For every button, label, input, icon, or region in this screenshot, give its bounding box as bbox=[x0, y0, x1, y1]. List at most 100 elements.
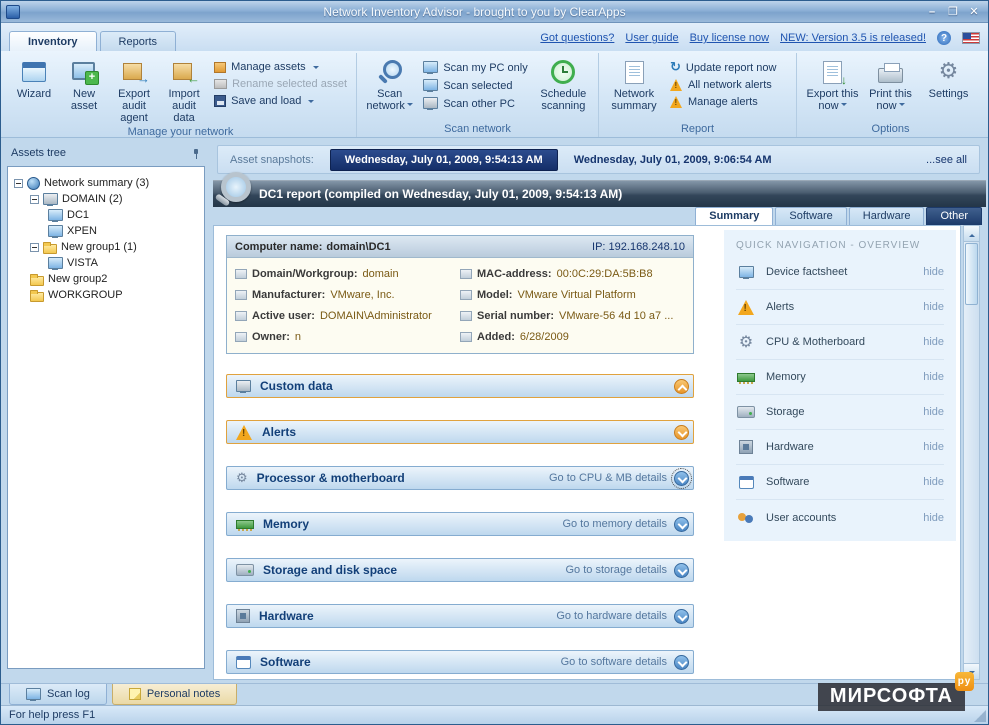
collapse-icon[interactable] bbox=[14, 179, 23, 188]
expand-chevron-icon[interactable] bbox=[674, 609, 689, 624]
quicknav-software[interactable]: Software hide bbox=[736, 465, 944, 500]
hide-link[interactable]: hide bbox=[923, 336, 944, 348]
link-new-version[interactable]: NEW: Version 3.5 is released! bbox=[780, 32, 926, 44]
scan-my-pc-button[interactable]: Scan my PC only bbox=[423, 61, 527, 74]
export-this-now-button[interactable]: Export this now bbox=[804, 55, 862, 122]
print-this-now-button[interactable]: Print this now bbox=[862, 55, 920, 122]
go-to-storage-link[interactable]: Go to storage details bbox=[565, 564, 667, 576]
report-tab-software[interactable]: Software bbox=[775, 207, 846, 225]
hide-link[interactable]: hide bbox=[923, 441, 944, 453]
snapshot-date[interactable]: Wednesday, July 01, 2009, 9:06:54 AM bbox=[574, 154, 772, 166]
import-audit-data-button[interactable]: Import audit data bbox=[159, 55, 209, 125]
tree-item-network-summary[interactable]: Network summary (3) bbox=[12, 175, 200, 191]
go-to-software-link[interactable]: Go to software details bbox=[561, 656, 667, 668]
section-software[interactable]: Software Go to software details bbox=[226, 650, 694, 674]
section-alerts[interactable]: Alerts bbox=[226, 420, 694, 444]
export-audit-agent-button[interactable]: Export audit agent bbox=[109, 55, 159, 125]
collapse-icon[interactable] bbox=[30, 195, 39, 204]
ribbon-group-options: Export this now Print this now ⚙ Setting… bbox=[797, 53, 984, 137]
expand-chevron-icon[interactable] bbox=[674, 471, 689, 486]
rename-selected-asset-button[interactable]: Rename selected asset bbox=[214, 78, 347, 90]
section-memory[interactable]: Memory Go to memory details bbox=[226, 512, 694, 536]
hide-link[interactable]: hide bbox=[923, 301, 944, 313]
tree-item-new-group1[interactable]: New group1 (1) bbox=[12, 239, 200, 255]
tab-inventory[interactable]: Inventory bbox=[9, 31, 97, 51]
settings-button[interactable]: ⚙ Settings bbox=[920, 55, 978, 122]
report-sections: Custom data Alerts ⚙ Processor & motherb… bbox=[226, 374, 694, 674]
vertical-scrollbar[interactable] bbox=[963, 225, 980, 680]
network-summary-button[interactable]: Network summary bbox=[603, 55, 665, 122]
report-tab-hardware[interactable]: Hardware bbox=[849, 207, 925, 225]
expand-chevron-icon[interactable] bbox=[674, 425, 689, 440]
tree-item-xpen[interactable]: XPEN bbox=[12, 223, 200, 239]
section-processor-motherboard[interactable]: ⚙ Processor & motherboard Go to CPU & MB… bbox=[226, 466, 694, 490]
tab-personal-notes[interactable]: Personal notes bbox=[112, 684, 237, 705]
scan-network-button[interactable]: Scan network bbox=[361, 55, 418, 122]
hide-link[interactable]: hide bbox=[923, 371, 944, 383]
report-tab-other[interactable]: Other bbox=[926, 207, 982, 225]
manage-alerts-button[interactable]: Manage alerts bbox=[670, 96, 776, 108]
hide-link[interactable]: hide bbox=[923, 406, 944, 418]
wizard-button[interactable]: Wizard bbox=[9, 55, 59, 125]
tab-reports[interactable]: Reports bbox=[100, 31, 177, 51]
save-and-load-button[interactable]: Save and load bbox=[214, 95, 347, 107]
tree-item-domain[interactable]: DOMAIN (2) bbox=[12, 191, 200, 207]
expand-chevron-icon[interactable] bbox=[674, 563, 689, 578]
manage-assets-button[interactable]: Manage assets bbox=[214, 61, 347, 73]
quicknav-device-factsheet[interactable]: Device factsheet hide bbox=[736, 255, 944, 290]
memory-icon bbox=[737, 373, 755, 382]
tree-item-dc1[interactable]: DC1 bbox=[12, 207, 200, 223]
language-flag-icon[interactable] bbox=[962, 32, 980, 44]
tree-item-new-group2[interactable]: New group2 bbox=[12, 271, 200, 287]
scroll-up-button[interactable] bbox=[964, 226, 979, 242]
update-report-button[interactable]: ↻ Update report now bbox=[670, 61, 776, 74]
quicknav-user-accounts[interactable]: User accounts hide bbox=[736, 500, 944, 535]
maximize-button[interactable]: ❐ bbox=[944, 4, 962, 19]
wizard-icon bbox=[22, 62, 46, 82]
network-icon bbox=[27, 177, 40, 190]
quicknav-memory[interactable]: Memory hide bbox=[736, 360, 944, 395]
see-all-link[interactable]: ...see all bbox=[926, 154, 967, 166]
clock-icon bbox=[551, 60, 575, 84]
quicknav-hardware[interactable]: Hardware hide bbox=[736, 430, 944, 465]
quicknav-storage[interactable]: Storage hide bbox=[736, 395, 944, 430]
section-storage[interactable]: Storage and disk space Go to storage det… bbox=[226, 558, 694, 582]
tree-item-workgroup[interactable]: WORKGROUP bbox=[12, 287, 200, 303]
pin-icon[interactable] bbox=[192, 148, 201, 159]
link-got-questions[interactable]: Got questions? bbox=[540, 32, 614, 44]
expand-chevron-icon[interactable] bbox=[674, 517, 689, 532]
titlebar: Network Inventory Advisor - brought to y… bbox=[1, 1, 988, 23]
help-icon[interactable] bbox=[937, 31, 951, 45]
report-tabs: Summary Software Hardware Other bbox=[693, 207, 982, 225]
computer-icon bbox=[423, 97, 438, 110]
quicknav-alerts[interactable]: Alerts hide bbox=[736, 290, 944, 325]
link-buy-license[interactable]: Buy license now bbox=[690, 32, 770, 44]
tree-item-vista[interactable]: VISTA bbox=[12, 255, 200, 271]
go-to-cpu-link[interactable]: Go to CPU & MB details bbox=[549, 472, 667, 484]
close-button[interactable]: ✕ bbox=[965, 4, 983, 19]
collapse-icon[interactable] bbox=[30, 243, 39, 252]
hide-link[interactable]: hide bbox=[923, 266, 944, 278]
minimize-button[interactable]: – bbox=[923, 4, 941, 19]
field-model: Model: VMware Virtual Platform bbox=[460, 289, 685, 301]
collapse-chevron-icon[interactable] bbox=[674, 379, 689, 394]
refresh-icon: ↻ bbox=[670, 61, 681, 74]
go-to-hardware-link[interactable]: Go to hardware details bbox=[556, 610, 667, 622]
section-hardware[interactable]: Hardware Go to hardware details bbox=[226, 604, 694, 628]
all-network-alerts-button[interactable]: All network alerts bbox=[670, 79, 776, 91]
expand-chevron-icon[interactable] bbox=[674, 655, 689, 670]
snapshot-date-selected[interactable]: Wednesday, July 01, 2009, 9:54:13 AM bbox=[330, 149, 558, 171]
scan-other-pc-button[interactable]: Scan other PC bbox=[423, 97, 527, 110]
go-to-memory-link[interactable]: Go to memory details bbox=[562, 518, 667, 530]
scrollbar-thumb[interactable] bbox=[965, 243, 978, 305]
hide-link[interactable]: hide bbox=[923, 476, 944, 488]
quicknav-cpu-motherboard[interactable]: ⚙ CPU & Motherboard hide bbox=[736, 325, 944, 360]
hide-link[interactable]: hide bbox=[923, 512, 944, 524]
link-user-guide[interactable]: User guide bbox=[625, 32, 678, 44]
tab-scan-log[interactable]: Scan log bbox=[9, 684, 107, 705]
report-tab-summary[interactable]: Summary bbox=[695, 207, 773, 225]
schedule-scanning-button[interactable]: Schedule scanning bbox=[533, 55, 594, 122]
section-custom-data[interactable]: Custom data bbox=[226, 374, 694, 398]
new-asset-button[interactable]: New asset bbox=[59, 55, 109, 125]
scan-selected-button[interactable]: Scan selected bbox=[423, 79, 527, 92]
